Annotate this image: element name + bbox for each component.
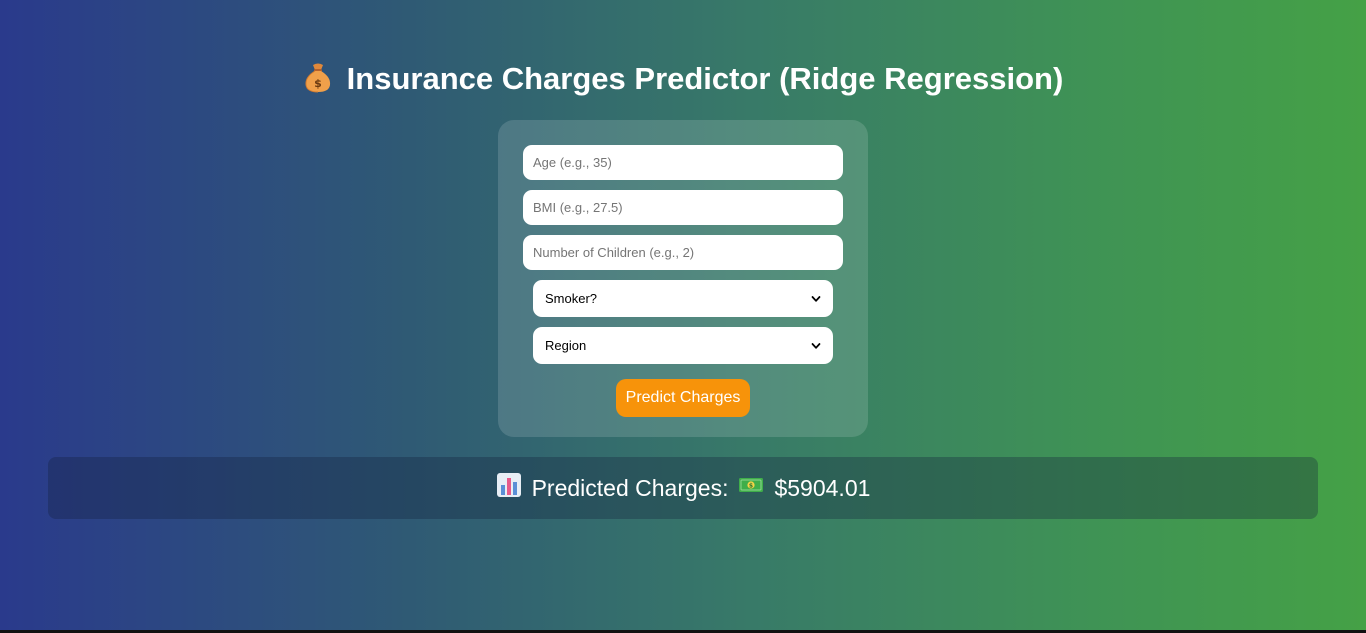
bmi-input[interactable] — [523, 190, 843, 225]
region-select-value: Region — [545, 338, 587, 353]
result-label: Predicted Charges: — [531, 474, 729, 501]
result-value: $5904.01 — [774, 474, 871, 501]
chevron-down-icon — [811, 295, 821, 302]
bar-chart-icon — [496, 472, 522, 504]
children-input[interactable] — [523, 235, 843, 270]
smoker-select[interactable]: Smoker? — [533, 280, 833, 317]
title-text: Insurance Charges Predictor (Ridge Regre… — [346, 61, 1064, 96]
age-input[interactable] — [523, 145, 843, 180]
page-title: $ Insurance Charges Predictor (Ridge Reg… — [0, 58, 1366, 100]
predict-charges-button[interactable]: Predict Charges — [616, 379, 750, 417]
prediction-result: Predicted Charges: $ $5904.01 — [48, 457, 1318, 519]
prediction-form: Smoker? Region Predict Charges — [498, 120, 868, 437]
svg-text:$: $ — [314, 77, 322, 90]
region-select[interactable]: Region — [533, 327, 833, 364]
svg-text:$: $ — [749, 483, 753, 490]
chevron-down-icon — [811, 342, 821, 349]
money-bag-icon: $ — [303, 61, 333, 93]
smoker-select-value: Smoker? — [545, 291, 598, 306]
dollar-bill-icon: $ — [738, 474, 764, 502]
